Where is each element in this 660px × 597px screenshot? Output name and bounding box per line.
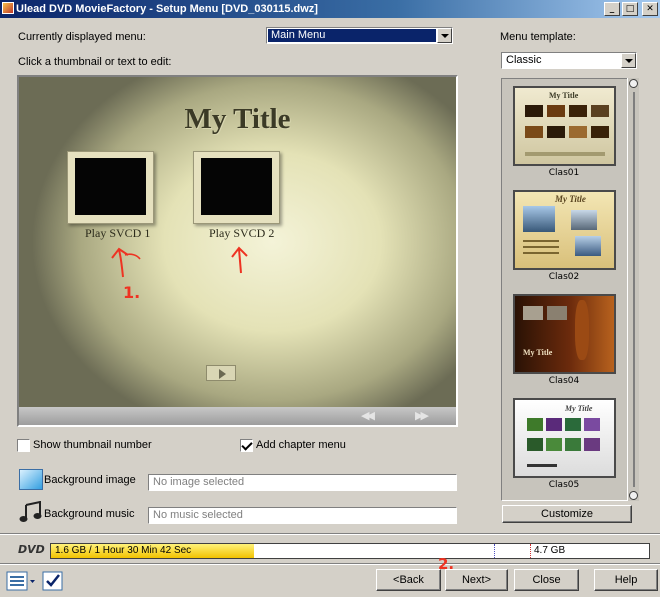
dvd-logo: DVD <box>18 543 45 556</box>
next-page-icon[interactable]: ▶▶ <box>415 409 429 422</box>
background-music-label: Background music <box>44 508 135 520</box>
disc-capacity-bar: 1.6 GB / 1 Hour 30 Min 42 Sec 4.7 GB <box>50 543 650 559</box>
menu-template-select[interactable]: Classic <box>501 52 637 69</box>
capacity-used-text: 1.6 GB / 1 Hour 30 Min 42 Sec <box>55 545 192 556</box>
scroll-track[interactable] <box>633 92 635 487</box>
preview-page-bar: ◀◀ ▶▶ <box>19 407 456 425</box>
background-image-field[interactable]: No image selected <box>148 474 457 491</box>
app-icon <box>2 2 14 14</box>
template-caption-clas02: Clas02 <box>548 272 580 282</box>
template-title: My Title <box>565 404 593 413</box>
current-menu-value: Main Menu <box>268 29 436 42</box>
window-title: Ulead DVD MovieFactory - Setup Menu [DVD… <box>16 3 318 15</box>
show-thumbnail-number-label[interactable]: Show thumbnail number <box>33 439 152 451</box>
template-clas05[interactable]: My Title <box>513 398 616 478</box>
chevron-down-icon[interactable] <box>437 28 452 43</box>
template-title: My Title <box>549 91 579 100</box>
thumbnail-2[interactable] <box>193 151 280 224</box>
menu-template-label: Menu template: <box>500 31 576 43</box>
play-icon[interactable] <box>206 365 236 381</box>
annotation-arrow-2 <box>231 246 248 274</box>
capacity-limit-marker <box>530 544 531 558</box>
thumbnail-label-1[interactable]: Play SVCD 1 <box>85 226 150 241</box>
show-thumbnail-number-checkbox[interactable] <box>17 439 30 452</box>
background-image-label: Background image <box>44 474 136 486</box>
maximize-button[interactable]: □ <box>622 2 638 16</box>
thumbnail-label-2[interactable]: Play SVCD 2 <box>209 226 274 241</box>
capacity-marker <box>494 544 495 558</box>
add-chapter-menu-checkbox[interactable] <box>240 439 253 452</box>
instruction-text: Click a thumbnail or text to edit: <box>18 56 172 68</box>
close-button[interactable]: Close <box>514 569 579 591</box>
menu-preview-frame: My Title Play SVCD 1 Play SVCD 2 1. ◀◀ ▶… <box>17 75 458 427</box>
music-note-icon[interactable] <box>19 501 43 523</box>
current-menu-select[interactable]: Main Menu <box>266 27 453 44</box>
checkmark-icon[interactable] <box>42 571 64 591</box>
menu-template-value: Classic <box>506 54 542 66</box>
scroll-down-icon[interactable] <box>629 491 638 500</box>
project-settings-icon[interactable] <box>6 571 36 591</box>
divider <box>0 533 660 535</box>
minimize-button[interactable]: _ <box>604 2 620 16</box>
template-clas01[interactable]: My Title <box>513 86 616 166</box>
help-button[interactable]: Help <box>594 569 658 591</box>
back-button[interactable]: <Back <box>376 569 441 591</box>
annotation-1: 1. <box>123 283 141 302</box>
background-image-icon[interactable] <box>19 469 43 490</box>
template-scrollbar[interactable] <box>627 78 639 501</box>
current-menu-label: Currently displayed menu: <box>18 31 146 43</box>
template-title: My Title <box>523 348 553 357</box>
template-clas04[interactable]: My Title <box>513 294 616 374</box>
divider <box>0 563 660 565</box>
next-button[interactable]: Next> <box>445 569 508 591</box>
close-window-button[interactable]: ✕ <box>642 2 658 16</box>
window-title-bar[interactable]: Ulead DVD MovieFactory - Setup Menu [DVD… <box>0 0 660 18</box>
template-caption-clas01: Clas01 <box>548 168 580 178</box>
previous-page-icon[interactable]: ◀◀ <box>361 409 375 422</box>
menu-preview[interactable]: My Title Play SVCD 1 Play SVCD 2 1. <box>19 77 456 407</box>
background-music-field[interactable]: No music selected <box>148 507 457 524</box>
thumbnail-1[interactable] <box>67 151 154 224</box>
chevron-down-icon[interactable] <box>621 53 636 68</box>
scroll-up-icon[interactable] <box>629 79 638 88</box>
customize-button[interactable]: Customize <box>502 505 632 523</box>
template-title: My Title <box>555 194 586 204</box>
add-chapter-menu-label[interactable]: Add chapter menu <box>256 439 346 451</box>
template-caption-clas04: Clas04 <box>548 376 580 386</box>
template-clas02[interactable]: My Title <box>513 190 616 270</box>
menu-title[interactable]: My Title <box>19 103 456 136</box>
template-list: My Title Clas01 My Title Clas02 My Title… <box>501 78 639 501</box>
annotation-arrow-1 <box>111 247 141 278</box>
capacity-total-text: 4.7 GB <box>534 545 566 556</box>
template-caption-clas05: Clas05 <box>548 480 580 490</box>
